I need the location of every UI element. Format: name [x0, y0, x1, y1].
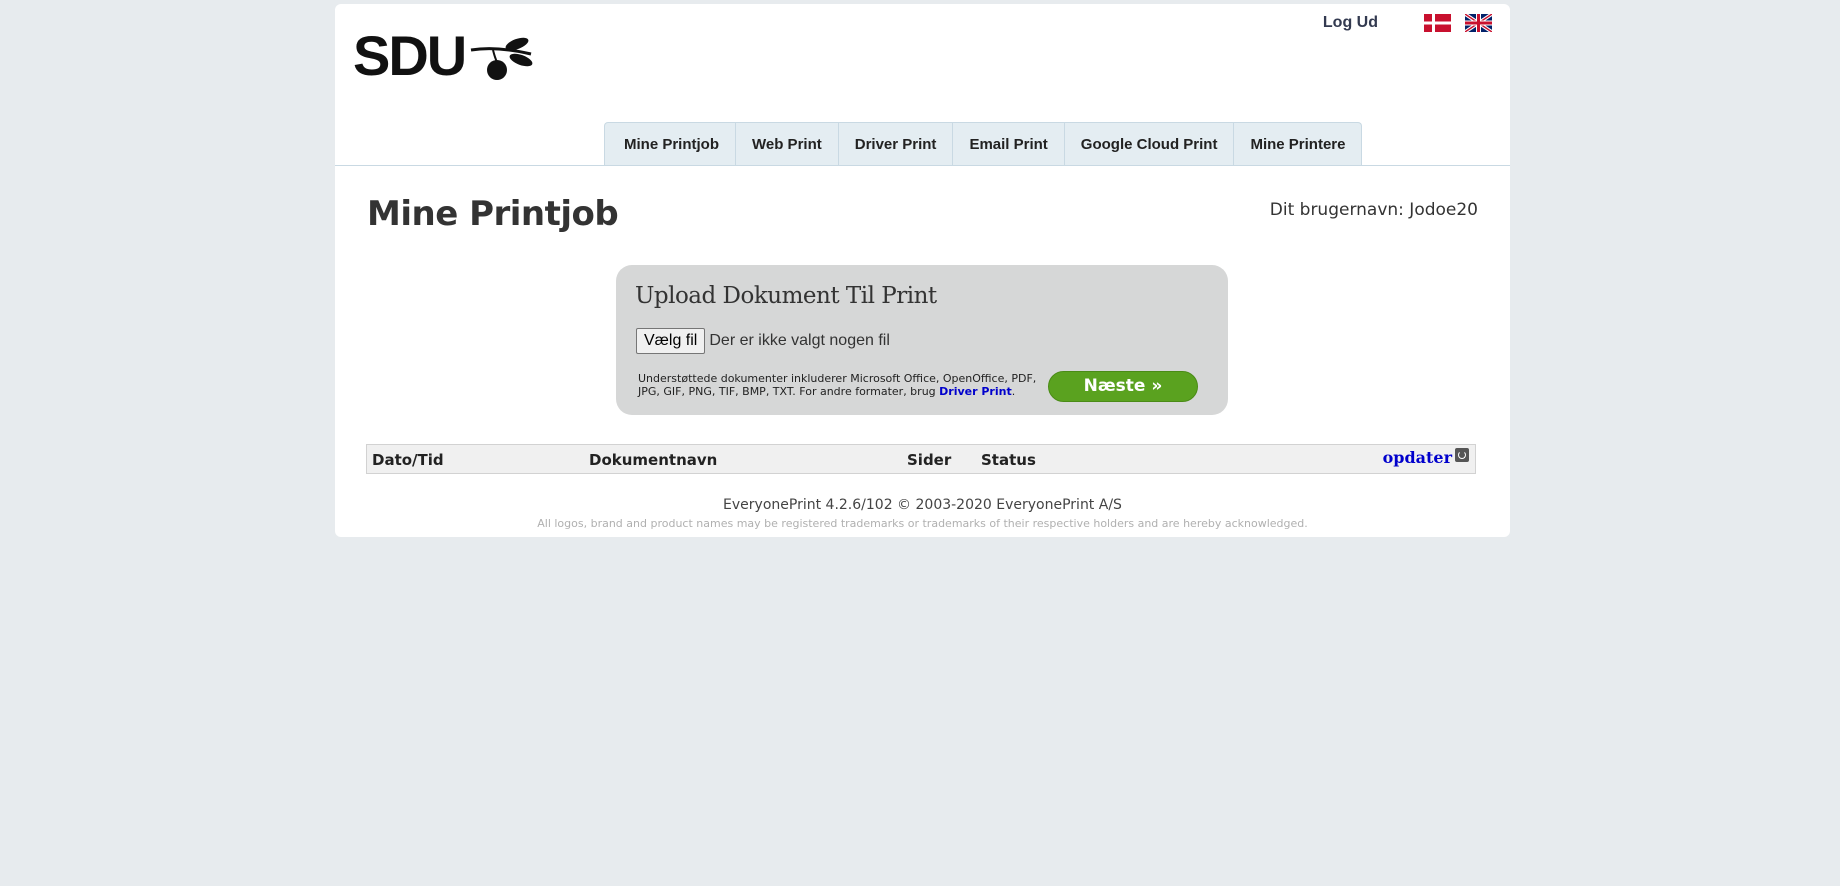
- logout-link[interactable]: Log Ud: [1323, 14, 1378, 32]
- next-button[interactable]: Næste »: [1048, 371, 1198, 402]
- upload-panel: Upload Dokument Til Print Vælg fil Der e…: [616, 265, 1228, 415]
- driver-print-link[interactable]: Driver Print: [939, 385, 1012, 398]
- choose-file-button[interactable]: Vælg fil: [636, 328, 706, 354]
- refresh-label[interactable]: opdater: [1383, 448, 1452, 467]
- column-header-document: Dokumentnavn: [589, 451, 718, 469]
- top-bar: Log Ud: [1323, 12, 1493, 34]
- tab-mine-printjob[interactable]: Mine Printjob: [605, 123, 736, 166]
- supported-suffix: .: [1011, 385, 1016, 398]
- olive-branch-icon: [471, 37, 533, 80]
- tab-driver-print[interactable]: Driver Print: [839, 123, 954, 166]
- footer-trademark: All logos, brand and product names may b…: [537, 517, 1308, 530]
- sdu-logo: SDU: [353, 26, 543, 86]
- english-flag-icon[interactable]: [1464, 12, 1493, 34]
- column-header-date: Dato/Tid: [372, 451, 444, 469]
- upload-title: Upload Dokument Til Print: [635, 283, 937, 309]
- main-nav-tabs: Mine Printjob Web Print Driver Print Ema…: [604, 122, 1363, 166]
- footer-copyright: EveryonePrint 4.2.6/102 © 2003-2020 Ever…: [723, 497, 1122, 513]
- refresh-button[interactable]: opdater: [1383, 447, 1469, 467]
- page-title: Mine Printjob: [367, 194, 619, 234]
- file-input: Vælg fil Der er ikke valgt nogen fil: [636, 328, 890, 354]
- jobs-table-header: Dato/Tid Dokumentnavn Sider Status opdat…: [366, 444, 1476, 474]
- file-status-text: Der er ikke valgt nogen fil: [709, 332, 890, 349]
- refresh-icon[interactable]: [1455, 447, 1469, 462]
- danish-flag-icon[interactable]: [1424, 14, 1451, 32]
- tab-web-print[interactable]: Web Print: [736, 123, 839, 166]
- page-container: SDU Log Ud Mine Printjob Web Print Drive…: [335, 4, 1510, 537]
- logo-text: SDU: [353, 24, 467, 87]
- nav-divider: [335, 165, 1510, 166]
- tab-mine-printere[interactable]: Mine Printere: [1234, 123, 1361, 166]
- username-label: Dit brugernavn: Jodoe20: [1269, 200, 1478, 220]
- tab-google-cloud-print[interactable]: Google Cloud Print: [1065, 123, 1235, 166]
- column-header-pages: Sider: [907, 451, 952, 469]
- tab-email-print[interactable]: Email Print: [953, 123, 1065, 166]
- supported-formats-text: Understøttede dokumenter inkluderer Micr…: [638, 372, 1048, 398]
- column-header-status: Status: [981, 451, 1036, 469]
